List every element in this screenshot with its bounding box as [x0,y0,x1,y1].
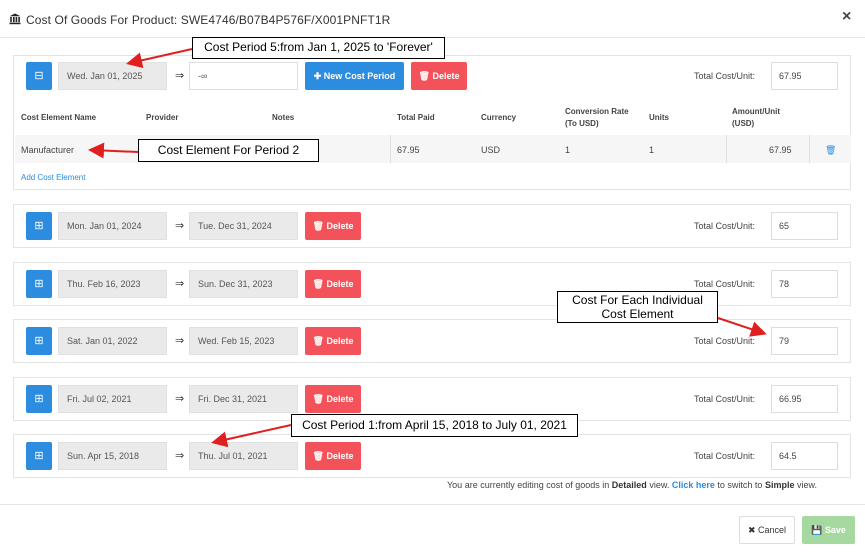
col-header-notes: Notes [272,113,295,122]
cell-currency[interactable]: USD [481,145,500,155]
start-date-field[interactable]: Wed. Jan 01, 2025 [58,62,167,90]
start-date-field[interactable]: Fri. Jul 02, 2021 [58,385,167,413]
total-cost-input[interactable]: 65 [771,212,838,240]
modal-title: Cost Of Goods For Product: SWE4746/B07B4… [26,13,391,27]
trash-icon: 🗑 [312,336,327,346]
save-button[interactable]: 💾 Save [802,516,855,544]
cost-period-panel: ⊞ Mon. Jan 01, 2024 ⇒ Tue. Dec 31, 2024 … [13,204,851,248]
annotation-period5: Cost Period 5:from Jan 1, 2025 to 'Forev… [192,37,445,59]
date-range-arrow-icon: ⇒ [175,335,185,347]
total-cost-input[interactable]: 79 [771,327,838,355]
delete-period-button[interactable]: 🗑 Delete [305,442,361,470]
expand-icon[interactable]: ⊞ [26,327,52,355]
end-date-field[interactable]: Wed. Feb 15, 2023 [189,327,298,355]
trash-icon: 🗑 [312,394,327,404]
cell-name[interactable]: Manufacturer [21,145,74,155]
col-header-conversion: Conversion Rate [565,107,629,116]
cell-divider [390,135,391,163]
modal-header: Cost Of Goods For Product: SWE4746/B07B4… [0,0,865,38]
col-header-total-paid: Total Paid [397,113,435,122]
expand-icon[interactable]: ⊞ [26,270,52,298]
cell-conversion[interactable]: 1 [565,145,570,155]
date-range-arrow-icon: ⇒ [175,393,185,405]
end-date-field[interactable]: Fri. Dec 31, 2021 [189,385,298,413]
total-cost-label: Total Cost/Unit: [694,221,756,231]
total-cost-input[interactable]: 66.95 [771,385,838,413]
trash-icon: 🗑 [312,221,327,231]
start-date-field[interactable]: Sat. Jan 01, 2022 [58,327,167,355]
annotation-period1: Cost Period 1:from April 15, 2018 to Jul… [291,414,578,437]
trash-icon: 🗑 [312,451,327,461]
end-date-field[interactable]: Thu. Jul 01, 2021 [189,442,298,470]
cell-divider [809,135,810,163]
start-date-field[interactable]: Thu. Feb 16, 2023 [58,270,167,298]
cell-total-paid[interactable]: 67.95 [397,145,420,155]
col-header-units: Units [649,113,669,122]
total-cost-input[interactable]: 64.5 [771,442,838,470]
delete-period-button[interactable]: 🗑 Delete [305,212,361,240]
total-cost-label: Total Cost/Unit: [694,336,756,346]
delete-period-button[interactable]: 🗑 Delete [305,327,361,355]
start-date-field[interactable]: Mon. Jan 01, 2024 [58,212,167,240]
end-date-field[interactable]: Sun. Dec 31, 2023 [189,270,298,298]
cell-divider [726,135,727,163]
collapse-icon[interactable]: ⊟ [26,62,52,90]
total-cost-label: Total Cost/Unit: [694,451,756,461]
total-cost-input[interactable]: 78 [771,270,838,298]
annotation-cost-element: Cost Element For Period 2 [138,139,319,162]
date-range-arrow-icon: ⇒ [175,450,185,462]
total-cost-label: Total Cost/Unit: [694,394,756,404]
plus-icon: ✚ [313,71,324,81]
cost-period-panel: ⊞ Sun. Apr 15, 2018 ⇒ Thu. Jul 01, 2021 … [13,434,851,478]
save-icon: 💾 [811,525,825,535]
end-date-field[interactable]: Tue. Dec 31, 2024 [189,212,298,240]
start-date-field[interactable]: Sun. Apr 15, 2018 [58,442,167,470]
total-cost-label: Total Cost/Unit: [694,71,756,81]
date-range-arrow-icon: ⇒ [175,220,185,232]
delete-period-button[interactable]: 🗑 Delete [305,270,361,298]
total-cost-label: Total Cost/Unit: [694,279,756,289]
date-range-arrow-icon: ⇒ [175,278,185,290]
new-cost-period-button[interactable]: ✚ New Cost Period [305,62,404,90]
col-header-amount: Amount/Unit [732,107,780,116]
cancel-button[interactable]: ✖ Cancel [739,516,795,544]
total-cost-input[interactable]: 67.95 [771,62,838,90]
trash-icon: 🗑 [312,279,327,289]
footer-divider [0,504,865,505]
cell-units[interactable]: 1 [649,145,654,155]
switch-view-link[interactable]: Click here [672,480,715,490]
col-header-provider: Provider [146,113,179,122]
col-header-name: Cost Element Name [21,113,97,122]
col-header-currency: Currency [481,113,517,122]
close-icon: ✖ [747,525,759,535]
close-icon[interactable]: × [842,9,851,25]
cell-amount: 67.95 [769,145,792,155]
trash-icon: 🗑 [418,71,433,81]
add-cost-element-link[interactable]: Add Cost Element [21,173,85,182]
cost-period-panel: ⊞ Sat. Jan 01, 2022 ⇒ Wed. Feb 15, 2023 … [13,319,851,363]
end-date-field[interactable]: -∞ [189,62,298,90]
cost-period-panel: ⊞ Thu. Feb 16, 2023 ⇒ Sun. Dec 31, 2023 … [13,262,851,306]
delete-period-button[interactable]: 🗑 Delete [411,62,467,90]
bank-icon [9,13,21,25]
view-mode-note: You are currently editing cost of goods … [447,480,817,490]
delete-element-icon[interactable]: 🗑 [825,145,836,156]
expand-icon[interactable]: ⊞ [26,442,52,470]
cost-period-panel: ⊟ Wed. Jan 01, 2025 ⇒ -∞ ✚ New Cost Peri… [13,55,851,190]
col-header-amount-sub: (USD) [732,119,755,128]
delete-period-button[interactable]: 🗑 Delete [305,385,361,413]
annotation-each-element: Cost For Each Individual Cost Element [557,291,718,323]
date-range-arrow-icon: ⇒ [175,70,185,82]
expand-icon[interactable]: ⊞ [26,385,52,413]
col-header-conversion-sub: (To USD) [565,119,599,128]
expand-icon[interactable]: ⊞ [26,212,52,240]
